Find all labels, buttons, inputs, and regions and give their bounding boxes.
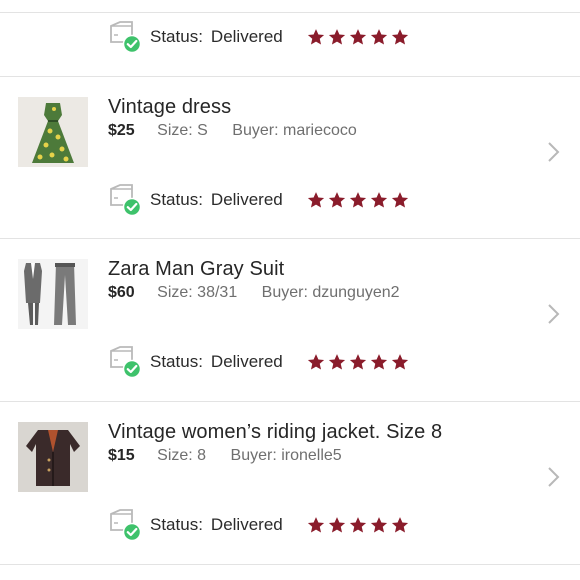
rating-stars <box>307 353 412 371</box>
box-delivered-icon <box>108 345 142 379</box>
star-icon <box>370 517 387 533</box>
star-icon <box>391 354 408 370</box>
star-icon <box>391 517 408 533</box>
item-size: Size: 8 <box>157 447 207 464</box>
status-value: Delivered <box>210 352 283 371</box>
item-thumbnail-suit <box>18 259 88 329</box>
star-icon <box>307 192 324 208</box>
rating-stars <box>307 516 412 534</box>
item-title: Vintage dress <box>108 96 232 118</box>
rating-stars <box>307 191 412 209</box>
star-icon <box>370 192 387 208</box>
star-icon <box>349 192 366 208</box>
chevron-right-icon[interactable] <box>546 466 562 488</box>
item-size: Size: 38/31 <box>157 284 238 301</box>
item-meta: $60 Size: 38/31 Buyer: dzunguyen2 <box>108 284 400 302</box>
star-icon <box>370 354 387 370</box>
order-status: Status: Delivered <box>108 20 412 54</box>
star-icon <box>370 29 387 45</box>
item-thumbnail-jacket <box>18 422 88 492</box>
item-meta: $25 Size: S Buyer: mariecoco <box>108 122 357 140</box>
star-icon <box>328 517 345 533</box>
star-icon <box>328 29 345 45</box>
order-status: Status: Delivered <box>108 508 412 542</box>
status-label: Status: <box>150 515 203 534</box>
item-buyer: Buyer: dzunguyen2 <box>261 284 400 301</box>
item-thumbnail-dress <box>18 97 88 167</box>
star-icon <box>349 354 366 370</box>
item-title: Zara Man Gray Suit <box>108 258 285 280</box>
order-status: Status: Delivered <box>108 183 412 217</box>
chevron-right-icon[interactable] <box>546 141 562 163</box>
status-value: Delivered <box>210 27 283 46</box>
item-buyer: Buyer: mariecoco <box>232 122 357 139</box>
star-icon <box>391 192 408 208</box>
star-icon <box>307 354 324 370</box>
status-label: Status: <box>150 27 203 46</box>
star-icon <box>391 29 408 45</box>
order-row[interactable]: Zara Man Gray Suit $60 Size: 38/31 Buyer… <box>0 239 580 402</box>
box-delivered-icon <box>108 508 142 542</box>
star-icon <box>349 29 366 45</box>
status-label: Status: <box>150 352 203 371</box>
item-price: $25 <box>108 122 135 139</box>
star-icon <box>328 354 345 370</box>
status-value: Delivered <box>210 515 283 534</box>
box-delivered-icon <box>108 20 142 54</box>
item-meta: $15 Size: 8 Buyer: ironelle5 <box>108 447 342 465</box>
divider <box>0 12 580 13</box>
status-label: Status: <box>150 190 203 209</box>
item-price: $60 <box>108 284 135 301</box>
item-size: Size: S <box>157 122 208 139</box>
order-status: Status: Delivered <box>108 345 412 379</box>
star-icon <box>328 192 345 208</box>
sold-orders-list: Status: Delivered Vintage dress $25 Size… <box>0 0 580 580</box>
star-icon <box>307 29 324 45</box>
box-delivered-icon <box>108 183 142 217</box>
status-value: Delivered <box>210 190 283 209</box>
item-price: $15 <box>108 447 135 464</box>
item-title: Vintage women’s riding jacket. Size 8 <box>108 421 443 443</box>
star-icon <box>307 517 324 533</box>
chevron-right-icon[interactable] <box>546 303 562 325</box>
star-icon <box>349 517 366 533</box>
rating-stars <box>307 28 412 46</box>
order-row[interactable]: Vintage dress $25 Size: S Buyer: marieco… <box>0 77 580 239</box>
item-buyer: Buyer: ironelle5 <box>230 447 342 464</box>
order-row[interactable]: Vintage women’s riding jacket. Size 8 $1… <box>0 402 580 565</box>
